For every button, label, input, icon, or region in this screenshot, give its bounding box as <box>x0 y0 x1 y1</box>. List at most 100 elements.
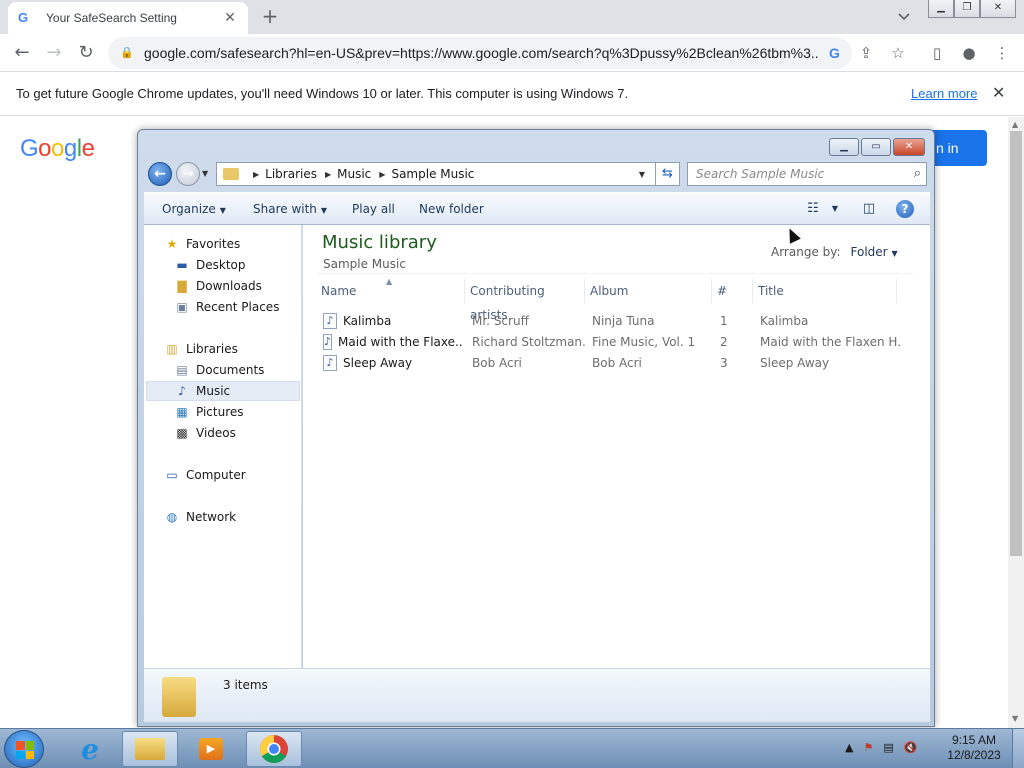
nav-desktop[interactable]: ▬ Desktop <box>174 255 245 275</box>
logo-letter: o <box>51 135 64 162</box>
column-header-name[interactable]: Name <box>317 279 465 303</box>
tab-close-icon[interactable]: ✕ <box>222 10 238 26</box>
network-icon[interactable]: ▤ <box>883 741 893 754</box>
tab-search-icon[interactable] <box>896 8 912 24</box>
nav-recent-places[interactable]: ▣ Recent Places <box>174 297 279 317</box>
show-desktop-button[interactable] <box>1012 729 1024 768</box>
nav-documents[interactable]: ▤ Documents <box>174 360 264 380</box>
help-icon[interactable]: ? <box>896 200 914 218</box>
volume-muted-icon[interactable]: 🔇 <box>904 741 918 754</box>
forward-arrow-icon[interactable]: → <box>42 42 66 64</box>
start-button[interactable] <box>4 730 44 768</box>
scroll-down-icon[interactable]: ▼ <box>1012 714 1018 723</box>
browser-tab[interactable]: G Your SafeSearch Setting ✕ <box>8 2 248 34</box>
breadcrumb-separator-icon[interactable]: ▶ <box>325 170 331 179</box>
pictures-icon: ▦ <box>176 405 188 419</box>
taskbar-explorer[interactable] <box>122 731 178 767</box>
network-globe-icon: ◍ <box>166 510 178 524</box>
show-hidden-icons-icon[interactable]: ▲ <box>845 741 853 754</box>
share-icon[interactable]: ⇪ <box>857 44 875 62</box>
file-name-cell[interactable]: ♪ Maid with the Flaxe... <box>323 332 463 352</box>
scrollbar-thumb[interactable] <box>1010 131 1022 556</box>
table-row[interactable]: ♪ Maid with the Flaxe... Richard Stoltzma… <box>317 332 913 352</box>
omnibox[interactable]: 🔒 google.com/safesearch?hl=en-US&prev=ht… <box>108 37 852 69</box>
navigation-pane: ★ Favorites ▬ Desktop ▇ Downloads ▣ Recent P… <box>144 225 302 668</box>
nav-music[interactable]: ♪ Music <box>146 381 300 401</box>
profile-avatar-icon[interactable]: ● <box>960 44 978 62</box>
desktop-icon: ▬ <box>176 258 188 272</box>
share-with-button[interactable]: Share with ▼ <box>253 202 327 216</box>
history-dropdown-icon[interactable]: ▼ <box>202 169 208 178</box>
action-center-flag-icon[interactable]: ⚑ <box>863 741 873 754</box>
learn-more-link[interactable]: Learn more <box>911 86 977 101</box>
nav-downloads[interactable]: ▇ Downloads <box>174 276 262 296</box>
arrange-by-dropdown[interactable]: Folder ▼ <box>851 245 898 259</box>
breadcrumb-libraries[interactable]: Libraries <box>265 167 317 181</box>
breadcrumb-sample-music[interactable]: Sample Music <box>391 167 474 181</box>
explorer-address-bar[interactable]: ▶ Libraries ▶ Music ▶ Sample Music ▼ <box>216 162 680 186</box>
new-tab-button[interactable]: + <box>260 6 280 26</box>
search-icon[interactable]: ⌕ <box>914 166 921 181</box>
windows-flag-icon <box>16 741 34 759</box>
explorer-maximize-button[interactable]: ▭ <box>861 138 891 156</box>
window-minimize-button[interactable]: ▁ <box>928 0 954 18</box>
omnibox-url[interactable]: google.com/safesearch?hl=en-US&prev=http… <box>144 45 819 61</box>
address-dropdown-icon[interactable]: ▼ <box>639 170 645 179</box>
organize-button[interactable]: Organize ▼ <box>162 202 226 216</box>
tab-title: Your SafeSearch Setting <box>46 11 177 25</box>
explorer-close-button[interactable]: ✕ <box>893 138 925 156</box>
music-note-icon: ♪ <box>178 384 186 398</box>
view-options-icon[interactable]: ☷ <box>804 200 822 218</box>
taskbar-media-player[interactable]: ▶ <box>183 731 239 767</box>
file-name: Sleep Away <box>343 356 413 370</box>
chrome-menu-icon[interactable]: ⋮ <box>993 44 1011 62</box>
search-placeholder: Search Sample Music <box>696 167 825 181</box>
view-dropdown-icon[interactable]: ▼ <box>826 200 844 218</box>
google-lens-icon[interactable]: G <box>829 45 840 61</box>
explorer-forward-icon[interactable]: → <box>176 162 200 186</box>
reload-icon[interactable]: ↻ <box>74 42 98 64</box>
nav-libraries[interactable]: ▥ Libraries <box>164 339 238 359</box>
explorer-refresh-icon[interactable]: ⇆ <box>655 162 680 186</box>
column-header-number[interactable]: # <box>713 279 753 303</box>
nav-favorites[interactable]: ★ Favorites <box>164 234 241 254</box>
nav-network[interactable]: ◍ Network <box>164 507 236 527</box>
explorer-minimize-button[interactable]: ▁ <box>829 138 859 156</box>
logo-letter: g <box>63 135 77 162</box>
explorer-address-row: ← → ▼ ▶ Libraries ▶ Music ▶ Sample Music… <box>146 160 928 188</box>
table-row[interactable]: ♪ Kalimba Mr. Scruff Ninja Tuna 1 Kalimba <box>317 311 913 331</box>
back-arrow-icon[interactable]: ← <box>10 42 34 64</box>
artist-cell: Bob Acri <box>472 356 522 370</box>
file-name-cell[interactable]: ♪ Sleep Away <box>323 353 463 373</box>
window-close-button[interactable]: ✕ <box>980 0 1016 18</box>
column-header-title[interactable]: Title <box>754 279 897 303</box>
arrange-by-label: Arrange by: <box>771 245 841 259</box>
column-header-album[interactable]: Album <box>586 279 712 303</box>
nav-computer[interactable]: ▭ Computer <box>164 465 245 485</box>
google-logo[interactable]: Google <box>20 135 95 163</box>
page-scrollbar[interactable]: ▲ ▼ <box>1008 117 1024 728</box>
breadcrumb-separator-icon[interactable]: ▶ <box>253 170 259 179</box>
file-name-cell[interactable]: ♪ Kalimba <box>323 311 463 331</box>
play-all-button[interactable]: Play all <box>352 202 395 216</box>
side-panel-icon[interactable]: ▯ <box>928 44 946 62</box>
column-header-artists[interactable]: Contributing artists <box>466 279 585 322</box>
lock-icon: 🔒 <box>120 46 134 59</box>
taskbar-clock[interactable]: 9:15 AM 12/8/2023 <box>944 733 1004 763</box>
bookmark-star-icon[interactable]: ☆ <box>889 44 907 62</box>
taskbar-chrome[interactable] <box>246 731 302 767</box>
explorer-search-input[interactable]: Search Sample Music ⌕ <box>687 162 927 186</box>
new-folder-button[interactable]: New folder <box>419 202 484 216</box>
scroll-up-icon[interactable]: ▲ <box>1012 120 1018 129</box>
breadcrumb-music[interactable]: Music <box>337 167 371 181</box>
breadcrumb-separator-icon[interactable]: ▶ <box>379 170 385 179</box>
infobar-close-icon[interactable]: ✕ <box>992 83 1005 103</box>
preview-pane-icon[interactable]: ◫ <box>860 200 878 218</box>
table-row[interactable]: ♪ Sleep Away Bob Acri Bob Acri 3 Sleep Aw… <box>317 353 913 373</box>
window-restore-button[interactable]: ❐ <box>954 0 980 18</box>
nav-pictures[interactable]: ▦ Pictures <box>174 402 243 422</box>
explorer-back-icon[interactable]: ← <box>148 162 172 186</box>
nav-videos[interactable]: ▩ Videos <box>174 423 236 443</box>
taskbar-internet-explorer[interactable]: e <box>62 731 118 767</box>
folder-icon <box>162 677 196 717</box>
